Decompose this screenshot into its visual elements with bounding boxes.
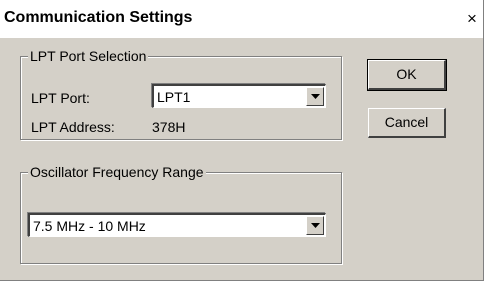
window-title: Communication Settings — [4, 9, 193, 26]
lpt-address-value: 378H — [152, 119, 186, 135]
ok-button[interactable]: OK — [367, 59, 447, 91]
communication-settings-dialog: Communication Settings × LPT Port Select… — [0, 0, 484, 281]
oscillator-group-title: Oscillator Frequency Range — [28, 164, 206, 180]
chevron-down-icon — [311, 223, 320, 228]
close-icon[interactable]: × — [462, 9, 482, 29]
oscillator-frequency-select[interactable]: 7.5 MHz - 10 MHz — [28, 213, 326, 237]
oscillator-dropdown-button[interactable] — [306, 216, 324, 235]
chevron-down-icon — [311, 94, 320, 99]
cancel-button[interactable]: Cancel — [368, 108, 446, 138]
lpt-port-value: LPT1 — [157, 89, 191, 105]
oscillator-frequency-value: 7.5 MHz - 10 MHz — [33, 218, 146, 234]
lpt-port-label: LPT Port: — [31, 90, 90, 106]
title-bar[interactable]: Communication Settings × — [0, 0, 483, 38]
lpt-address-label: LPT Address: — [31, 119, 115, 135]
lpt-port-dropdown-button[interactable] — [306, 87, 324, 106]
lpt-port-select[interactable]: LPT1 — [152, 84, 326, 108]
lpt-group-title: LPT Port Selection — [28, 48, 149, 64]
